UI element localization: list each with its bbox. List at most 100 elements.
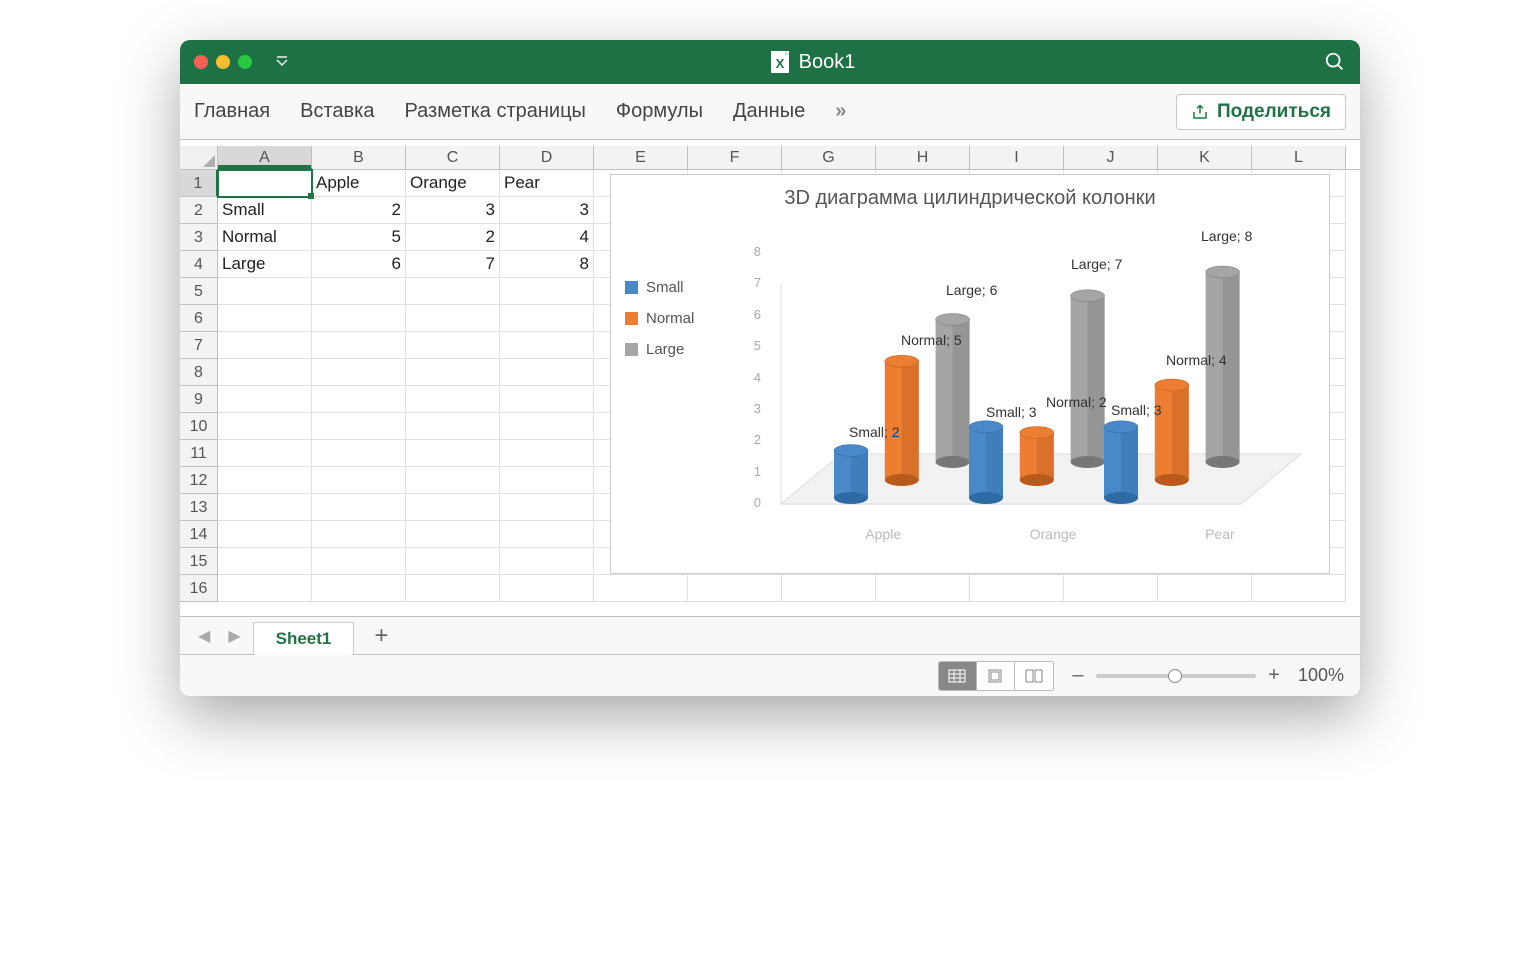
row-header-3[interactable]: 3: [180, 224, 218, 251]
cell-B12[interactable]: [312, 467, 406, 494]
cell-C6[interactable]: [406, 305, 500, 332]
close-window-button[interactable]: [194, 55, 208, 69]
col-header-G[interactable]: G: [782, 146, 876, 169]
col-header-D[interactable]: D: [500, 146, 594, 169]
cell-D14[interactable]: [500, 521, 594, 548]
cell-B2[interactable]: 2: [312, 197, 406, 224]
cell-C5[interactable]: [406, 278, 500, 305]
cell-C12[interactable]: [406, 467, 500, 494]
zoom-slider-track[interactable]: [1096, 674, 1256, 678]
cell-A3[interactable]: Normal: [218, 224, 312, 251]
cell-A5[interactable]: [218, 278, 312, 305]
cell-D5[interactable]: [500, 278, 594, 305]
col-header-I[interactable]: I: [970, 146, 1064, 169]
cell-D15[interactable]: [500, 548, 594, 575]
row-header-2[interactable]: 2: [180, 197, 218, 224]
cell-A9[interactable]: [218, 386, 312, 413]
tabs-overflow-button[interactable]: »: [835, 100, 846, 123]
fullscreen-window-button[interactable]: [238, 55, 252, 69]
cell-B16[interactable]: [312, 575, 406, 602]
cell-C2[interactable]: 3: [406, 197, 500, 224]
tab-data[interactable]: Данные: [733, 100, 805, 123]
cell-B4[interactable]: 6: [312, 251, 406, 278]
cell-A7[interactable]: [218, 332, 312, 359]
row-header-14[interactable]: 14: [180, 521, 218, 548]
row-header-15[interactable]: 15: [180, 548, 218, 575]
cell-C16[interactable]: [406, 575, 500, 602]
cell-H16[interactable]: [876, 575, 970, 602]
cell-D4[interactable]: 8: [500, 251, 594, 278]
view-page-layout-button[interactable]: [977, 662, 1015, 690]
cell-C11[interactable]: [406, 440, 500, 467]
sheet-tab-1[interactable]: Sheet1: [253, 622, 355, 655]
zoom-out-button[interactable]: –: [1070, 664, 1086, 687]
cell-C13[interactable]: [406, 494, 500, 521]
cell-D11[interactable]: [500, 440, 594, 467]
cell-C7[interactable]: [406, 332, 500, 359]
zoom-level[interactable]: 100%: [1298, 665, 1344, 686]
cell-B6[interactable]: [312, 305, 406, 332]
cell-D8[interactable]: [500, 359, 594, 386]
col-header-J[interactable]: J: [1064, 146, 1158, 169]
cell-A2[interactable]: Small: [218, 197, 312, 224]
row-header-4[interactable]: 4: [180, 251, 218, 278]
row-header-12[interactable]: 12: [180, 467, 218, 494]
cell-A4[interactable]: Large: [218, 251, 312, 278]
row-header-11[interactable]: 11: [180, 440, 218, 467]
quick-access-toolbar[interactable]: [272, 55, 292, 69]
row-header-7[interactable]: 7: [180, 332, 218, 359]
add-sheet-button[interactable]: +: [360, 622, 402, 650]
cell-A15[interactable]: [218, 548, 312, 575]
cell-B8[interactable]: [312, 359, 406, 386]
cell-C10[interactable]: [406, 413, 500, 440]
cell-A1[interactable]: [218, 170, 312, 197]
cell-D13[interactable]: [500, 494, 594, 521]
cell-C9[interactable]: [406, 386, 500, 413]
zoom-in-button[interactable]: +: [1266, 664, 1282, 687]
cell-A14[interactable]: [218, 521, 312, 548]
cell-A6[interactable]: [218, 305, 312, 332]
cell-A12[interactable]: [218, 467, 312, 494]
cell-D10[interactable]: [500, 413, 594, 440]
cell-C14[interactable]: [406, 521, 500, 548]
cell-B15[interactable]: [312, 548, 406, 575]
cell-A8[interactable]: [218, 359, 312, 386]
share-button[interactable]: Поделиться: [1176, 94, 1346, 130]
cell-B11[interactable]: [312, 440, 406, 467]
row-header-5[interactable]: 5: [180, 278, 218, 305]
cell-C8[interactable]: [406, 359, 500, 386]
minimize-window-button[interactable]: [216, 55, 230, 69]
cell-D3[interactable]: 4: [500, 224, 594, 251]
row-header-1[interactable]: 1: [180, 170, 218, 197]
cell-I16[interactable]: [970, 575, 1064, 602]
sheet-nav-prev[interactable]: ◀: [192, 622, 216, 650]
view-normal-button[interactable]: [939, 662, 977, 690]
cell-B13[interactable]: [312, 494, 406, 521]
cell-D2[interactable]: 3: [500, 197, 594, 224]
cell-E16[interactable]: [594, 575, 688, 602]
view-page-break-button[interactable]: [1015, 662, 1053, 690]
row-header-10[interactable]: 10: [180, 413, 218, 440]
cell-F16[interactable]: [688, 575, 782, 602]
cell-D7[interactable]: [500, 332, 594, 359]
cell-C1[interactable]: Orange: [406, 170, 500, 197]
cell-K16[interactable]: [1158, 575, 1252, 602]
tab-home[interactable]: Главная: [194, 100, 270, 123]
cell-B14[interactable]: [312, 521, 406, 548]
cell-D6[interactable]: [500, 305, 594, 332]
cell-B7[interactable]: [312, 332, 406, 359]
cell-B1[interactable]: Apple: [312, 170, 406, 197]
sheet-nav-next[interactable]: ▶: [222, 622, 246, 650]
cell-B9[interactable]: [312, 386, 406, 413]
cell-A10[interactable]: [218, 413, 312, 440]
col-header-H[interactable]: H: [876, 146, 970, 169]
cell-A11[interactable]: [218, 440, 312, 467]
tab-formulas[interactable]: Формулы: [616, 100, 703, 123]
cell-C4[interactable]: 7: [406, 251, 500, 278]
cell-D12[interactable]: [500, 467, 594, 494]
zoom-slider-thumb[interactable]: [1168, 669, 1182, 683]
tab-insert[interactable]: Вставка: [300, 100, 374, 123]
col-header-E[interactable]: E: [594, 146, 688, 169]
col-header-B[interactable]: B: [312, 146, 406, 169]
row-header-9[interactable]: 9: [180, 386, 218, 413]
